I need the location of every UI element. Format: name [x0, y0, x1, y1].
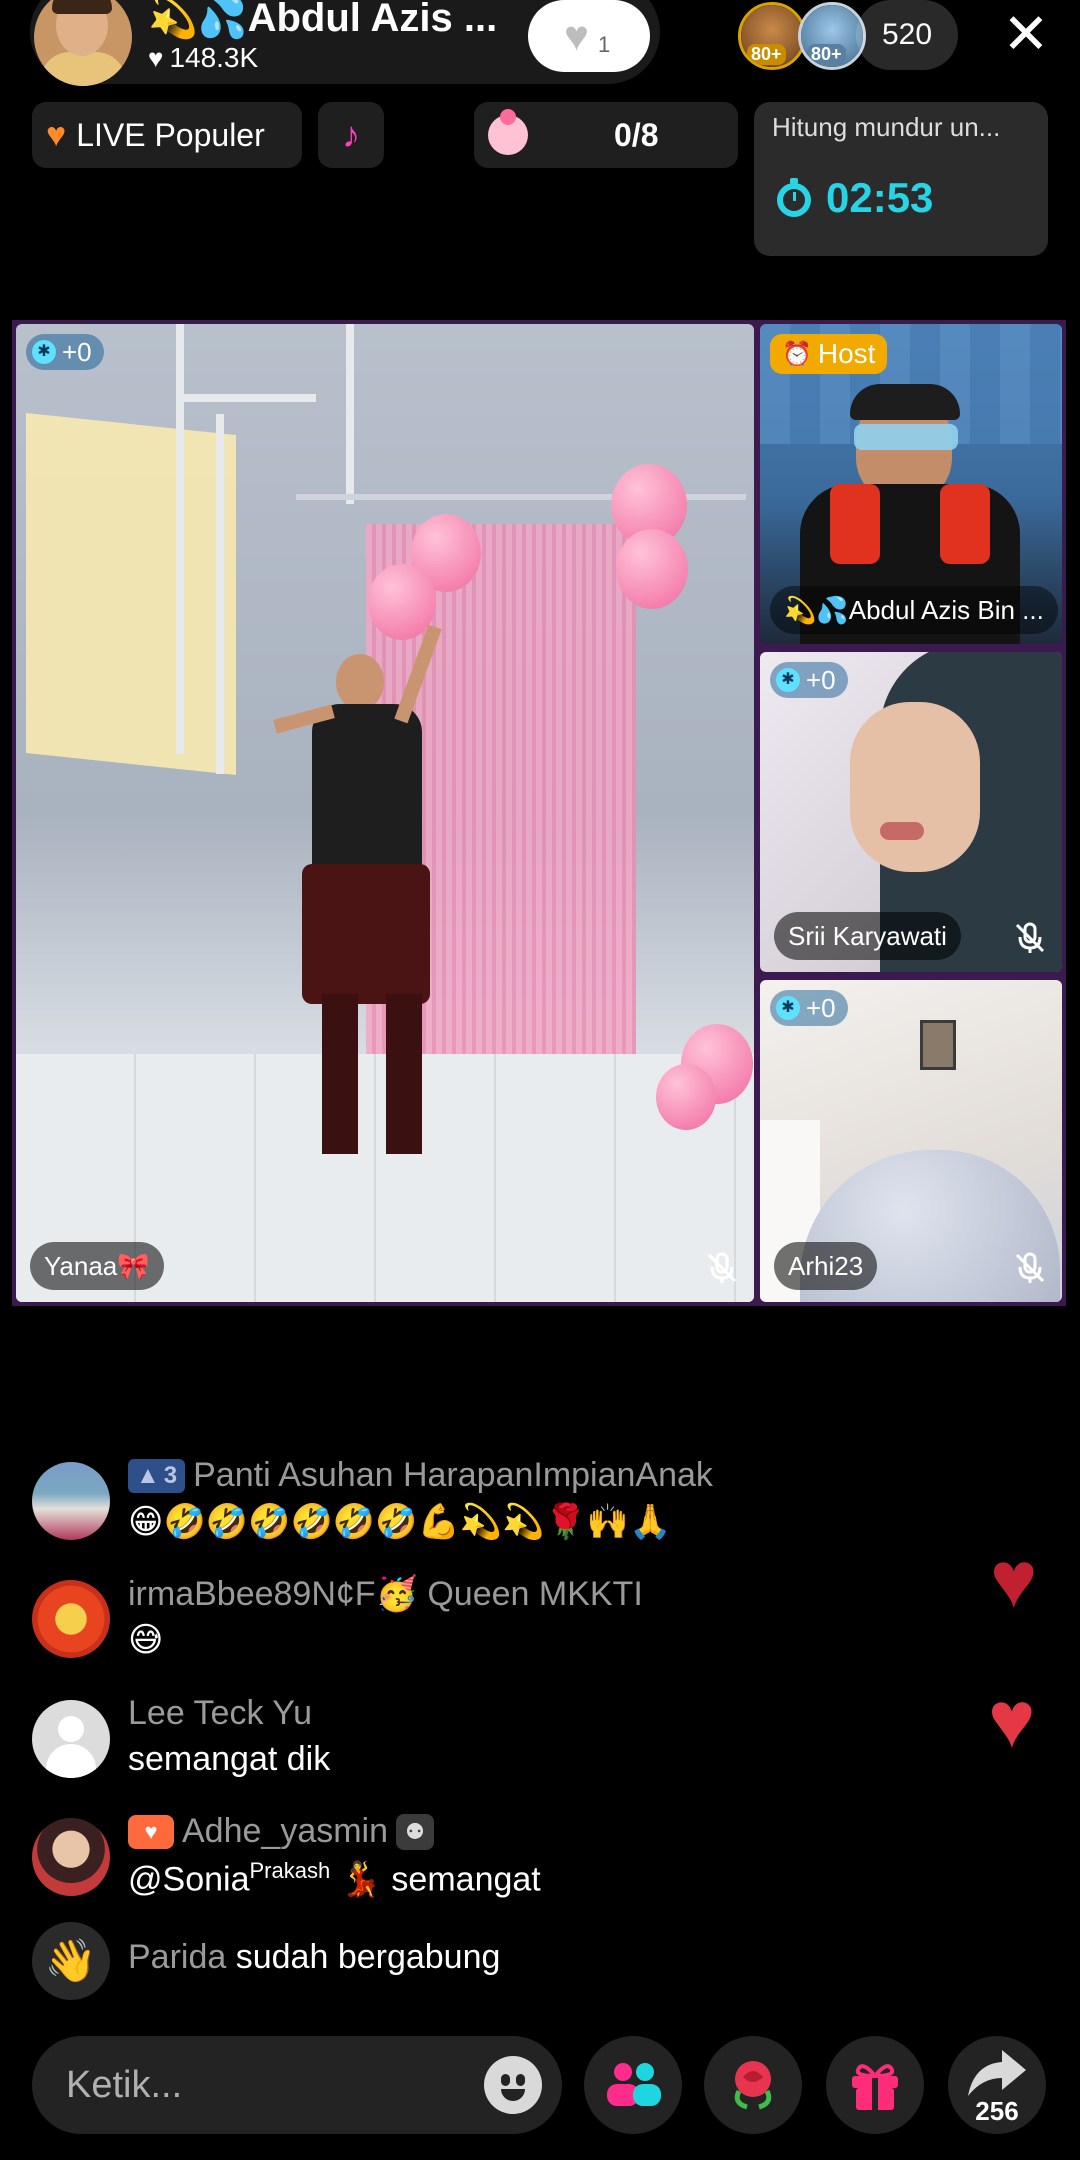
viewer-count[interactable]: 520 [856, 0, 958, 70]
level-badge: ▲ 3 [128, 1458, 186, 1493]
fan-badge: ♥ [128, 1814, 174, 1849]
chat-text-rest: 💃 semangat [339, 1860, 541, 1899]
chat-text: 😅 [128, 1621, 164, 1659]
mic-muted-icon [1015, 922, 1045, 953]
rose-gift-button[interactable] [704, 2036, 802, 2134]
live-popular-chip[interactable]: ♥ LIVE Populer [32, 102, 302, 168]
alarm-clock-icon: ⏰ [782, 340, 812, 368]
chat-text: @SoniaPrakash 💃 semangat [128, 1858, 541, 1899]
close-icon[interactable]: ✕ [996, 6, 1056, 66]
gem-icon: ✱ [32, 340, 56, 364]
people-icon [607, 2063, 661, 2106]
score-badge: ✱ +0 [770, 990, 848, 1026]
multi-guest-grid: ✱ +0 Yanaa🎀 ⏰ Host 💫💦Abdul Azis Bin ... [12, 320, 1066, 1306]
chat-username[interactable]: Adhe_yasmin [182, 1812, 388, 1851]
stopwatch-icon [777, 178, 811, 217]
chat-text: semangat dik [128, 1740, 331, 1778]
share-button[interactable]: 256 [948, 2036, 1046, 2134]
host-likes-count: 148.3K [169, 42, 259, 73]
viewer-badge: 80+ [807, 44, 846, 65]
broken-heart-icon: ♥ [46, 115, 67, 154]
emoji-icon[interactable] [484, 2056, 542, 2114]
host-tag: ⏰ Host [770, 334, 888, 374]
level-value: 3 [163, 1461, 178, 1489]
user-avatar[interactable] [32, 1818, 110, 1896]
guest-name-tag[interactable]: Yanaa🎀 [30, 1242, 164, 1290]
guest-name-tag[interactable]: Srii Karyawati [774, 912, 961, 960]
host-avatar[interactable] [34, 0, 132, 86]
wave-icon: 👋 [32, 1922, 110, 2000]
join-username[interactable]: Parida [128, 1938, 226, 1976]
host-likes: ♥ 148.3K [148, 42, 258, 74]
guest-video-main[interactable]: ✱ +0 Yanaa🎀 [16, 324, 754, 1302]
chat-mention[interactable]: @Sonia [128, 1860, 249, 1898]
triangle-icon: ▲ [136, 1461, 160, 1489]
follow-count: 1 [598, 32, 611, 57]
score-badge: ✱ +0 [770, 662, 848, 698]
comment-input[interactable]: Ketik... [32, 2036, 562, 2134]
multi-guest-button[interactable] [584, 2036, 682, 2134]
host-name: 💫💦Abdul Azis ... [148, 0, 498, 40]
chat-username[interactable]: Lee Teck Yu [128, 1694, 312, 1733]
countdown-panel[interactable]: Hitung mundur un... 02:53 [754, 102, 1048, 256]
comment-placeholder: Ketik... [66, 2064, 183, 2106]
guest-video-3[interactable]: ✱ +0 Arhi23 [760, 980, 1062, 1302]
guest-name-tag[interactable]: Arhi23 [774, 1242, 878, 1290]
join-text: Parida sudah bergabung [128, 1938, 500, 1977]
floating-heart-icon: ♥ [988, 1675, 1036, 1764]
join-status: sudah bergabung [235, 1938, 501, 1976]
host-video[interactable]: ⏰ Host 💫💦Abdul Azis Bin ... [760, 324, 1062, 644]
mic-muted-icon [707, 1252, 737, 1283]
follow-button[interactable]: ♥ 1 [528, 0, 650, 72]
gem-icon: ✱ [776, 668, 800, 692]
countdown-time: 02:53 [826, 174, 934, 221]
gift-goal-progress: 0/8 [614, 116, 659, 153]
score-value: +0 [62, 336, 92, 367]
share-arrow-icon [968, 2050, 1026, 2096]
chat-username[interactable]: Panti Asuhan HarapanImpianAnak [193, 1456, 713, 1495]
host-name-tag[interactable]: 💫💦Abdul Azis Bin ... [770, 586, 1058, 634]
mic-muted-icon [1015, 1252, 1045, 1283]
share-count: 256 [975, 2096, 1019, 2126]
person-icon: ⚉ [396, 1813, 435, 1850]
heart-icon: ♥ [148, 42, 164, 73]
user-avatar[interactable] [32, 1580, 110, 1658]
top-viewer-avatar[interactable]: 80+ [738, 2, 806, 70]
chat-mention-sup: Prakash [249, 1858, 331, 1883]
chat-username[interactable]: irmaBbee89N¢F🥳 Queen MKKTI [128, 1574, 643, 1614]
gift-button[interactable] [826, 2036, 924, 2134]
countdown-label: Hitung mundur un... [772, 112, 1001, 142]
user-avatar[interactable] [32, 1700, 110, 1778]
gift-icon [852, 2064, 898, 2110]
score-badge: ✱ +0 [26, 334, 104, 370]
gem-icon: ✱ [776, 996, 800, 1020]
ring-gift-icon [488, 109, 528, 155]
viewer-badge: 80+ [747, 44, 786, 65]
music-note-icon[interactable]: ♪ [318, 102, 384, 168]
heart-icon: ♥ [564, 12, 589, 59]
floating-heart-icon: ♥ [990, 1535, 1038, 1624]
guest-video-2[interactable]: ✱ +0 Srii Karyawati [760, 652, 1062, 972]
user-avatar[interactable] [32, 1462, 110, 1540]
chat-text: 😁🤣🤣🤣🤣🤣🤣💪💫💫🌹🙌🙏 [128, 1503, 672, 1541]
score-value: +0 [806, 992, 836, 1023]
rose-icon [734, 2061, 772, 2110]
host-tag-label: Host [817, 338, 876, 369]
live-popular-label: LIVE Populer [76, 116, 265, 153]
gift-goal-chip[interactable]: 0/8 [474, 102, 738, 168]
score-value: +0 [806, 664, 836, 695]
